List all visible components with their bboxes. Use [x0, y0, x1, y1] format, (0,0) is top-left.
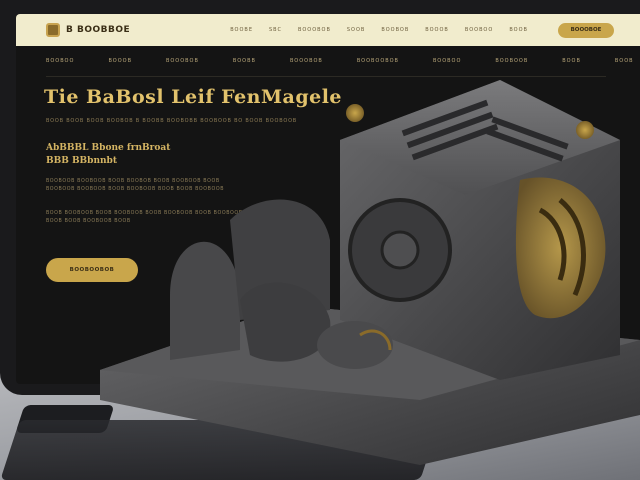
- top-navigation-bar: B BOOBBOE BOOBE SBC BOOOBOB SOOB BOOBOB …: [16, 14, 640, 46]
- top-nav-links: BOOBE SBC BOOOBOB SOOB BOOBOB BOOOB BOOB…: [230, 27, 528, 33]
- nav-link[interactable]: BOOBOO: [465, 27, 493, 33]
- dome-figure: [170, 241, 240, 360]
- nav-link[interactable]: BOOBOB: [381, 27, 409, 33]
- ornate-machine-sculpture: [100, 80, 640, 465]
- nav-link[interactable]: BOOOBOB: [298, 27, 331, 33]
- logo-icon: [46, 23, 60, 37]
- nav-link[interactable]: BOOBE: [230, 27, 253, 33]
- logo-text: B BOOBBOE: [66, 25, 131, 35]
- site-logo[interactable]: B BOOBBOE: [46, 23, 130, 37]
- knob: [346, 104, 364, 122]
- nav-link[interactable]: SBC: [269, 27, 282, 33]
- nav-link[interactable]: BOOOB: [425, 27, 449, 33]
- knob: [576, 121, 594, 139]
- nav-link[interactable]: BOOB: [509, 27, 528, 33]
- subnav-link[interactable]: BOOBOO: [46, 58, 74, 72]
- nav-link[interactable]: SOOB: [347, 27, 365, 33]
- top-cta-button[interactable]: BOOOBOE: [558, 23, 614, 38]
- crouched-creature: [317, 321, 393, 369]
